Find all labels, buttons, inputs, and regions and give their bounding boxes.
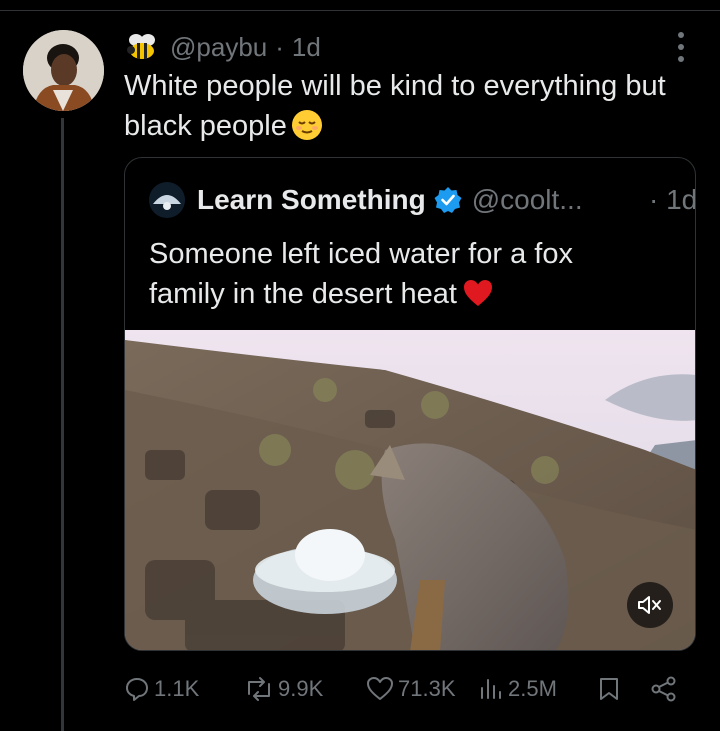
red-heart-emoji-icon xyxy=(463,278,493,306)
heart-icon xyxy=(367,677,393,700)
quoted-author-name[interactable]: Learn Something xyxy=(197,184,426,216)
reply-button[interactable]: 1.1K xyxy=(124,672,199,706)
bookmark-icon xyxy=(600,678,618,700)
more-options-icon[interactable] xyxy=(676,32,686,62)
quoted-post-text: Someone left iced water for a fox family… xyxy=(149,234,649,314)
mute-toggle-button[interactable] xyxy=(627,582,673,628)
thread-line xyxy=(61,118,64,731)
volume-muted-icon xyxy=(638,596,661,614)
post-body: White people will be kind to everything … xyxy=(124,70,666,142)
repost-count: 9.9K xyxy=(278,676,324,701)
quoted-post-time[interactable]: · 1d xyxy=(649,184,696,216)
verified-badge-icon xyxy=(434,186,462,214)
repost-button[interactable]: 9.9K xyxy=(244,672,323,706)
share-button[interactable] xyxy=(650,672,682,706)
share-icon xyxy=(651,676,676,702)
author-handle[interactable]: @paybu xyxy=(170,32,267,63)
post-header: @paybu · 1d xyxy=(124,30,321,64)
action-bar: 1.1K 9.9K 71.3K 2.5M xyxy=(124,672,684,706)
bookmark-button[interactable] xyxy=(598,672,624,706)
repost-icon xyxy=(248,677,270,701)
post-text: White people will be kind to everything … xyxy=(124,66,684,146)
quoted-video[interactable] xyxy=(125,330,695,650)
author-avatar[interactable] xyxy=(23,30,104,111)
quoted-separator-dot: · xyxy=(649,184,659,215)
quoted-post-card[interactable]: Learn Something @coolt... · 1d Someone l… xyxy=(124,157,696,651)
separator-dot: · xyxy=(275,31,284,62)
post-time[interactable]: 1d xyxy=(292,32,321,63)
like-button[interactable]: 71.3K xyxy=(366,672,456,706)
analytics-icon xyxy=(481,679,501,699)
quoted-post-body: Someone left iced water for a fox family… xyxy=(149,238,573,310)
reply-count: 1.1K xyxy=(154,676,200,701)
relieved-face-emoji-icon xyxy=(291,109,323,141)
bee-emoji-icon xyxy=(124,32,160,62)
views-button[interactable]: 2.5M xyxy=(478,672,557,706)
top-divider xyxy=(0,10,720,11)
view-count: 2.5M xyxy=(508,676,557,701)
like-count: 71.3K xyxy=(398,676,456,701)
quoted-post-header: Learn Something @coolt... · 1d xyxy=(149,182,695,218)
quoted-author-avatar[interactable] xyxy=(149,182,185,218)
quoted-author-handle[interactable]: @coolt... xyxy=(472,184,583,216)
quoted-time-value: 1d xyxy=(666,184,696,215)
fox-drinking-iced-water-image xyxy=(125,330,695,650)
reply-icon xyxy=(126,678,148,701)
